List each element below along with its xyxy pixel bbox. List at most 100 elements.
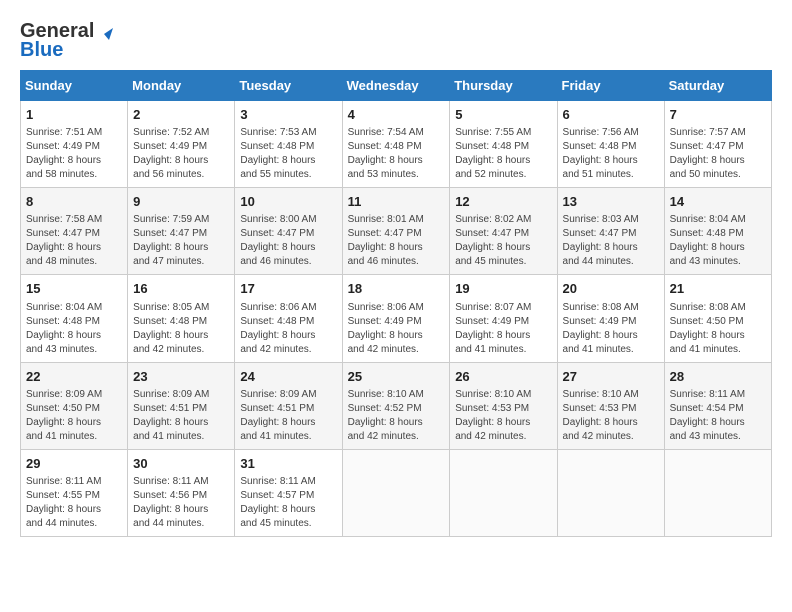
day-info: Sunrise: 8:05 AM Sunset: 4:48 PM Dayligh… xyxy=(133,301,229,357)
calendar-cell: 4 Sunrise: 7:54 AM Sunset: 4:48 PM Daylig… xyxy=(342,101,450,188)
calendar-cell: 16 Sunrise: 8:05 AM Sunset: 4:48 PM Dayli… xyxy=(128,275,235,362)
calendar-cell: 18Sunrise: 8:06 AM Sunset: 4:49 PM Dayli… xyxy=(342,275,450,362)
day-number: 19 xyxy=(455,280,551,298)
day-number: 17 xyxy=(240,280,336,298)
day-number: 7 xyxy=(670,106,766,124)
header-row: SundayMondayTuesdayWednesdayThursdayFrid… xyxy=(21,71,772,101)
calendar-cell: 1 Sunrise: 7:51 AM Sunset: 4:49 PM Daylig… xyxy=(21,101,128,188)
day-info: Sunrise: 8:09 AM Sunset: 4:50 PM Dayligh… xyxy=(26,388,122,444)
calendar-cell: 12 Sunrise: 8:02 AM Sunset: 4:47 PM Dayli… xyxy=(450,188,557,275)
header-day-monday: Monday xyxy=(128,71,235,101)
day-number: 15 xyxy=(26,280,122,298)
day-number: 3 xyxy=(240,106,336,124)
day-info: Sunrise: 7:52 AM Sunset: 4:49 PM Dayligh… xyxy=(133,126,229,182)
calendar-cell: 31 Sunrise: 8:11 AM Sunset: 4:57 PM Dayli… xyxy=(235,449,342,536)
calendar-cell: 26 Sunrise: 8:10 AM Sunset: 4:53 PM Dayli… xyxy=(450,362,557,449)
day-info: Sunrise: 8:04 AM Sunset: 4:48 PM Dayligh… xyxy=(670,213,766,269)
calendar-table: SundayMondayTuesdayWednesdayThursdayFrid… xyxy=(20,70,772,537)
day-info: Sunrise: 7:58 AM Sunset: 4:47 PM Dayligh… xyxy=(26,213,122,269)
day-number: 13 xyxy=(563,193,659,211)
day-number: 20 xyxy=(563,280,659,298)
day-number: 16 xyxy=(133,280,229,298)
day-info: Sunrise: 7:54 AM Sunset: 4:48 PM Dayligh… xyxy=(348,126,445,182)
calendar-header: SundayMondayTuesdayWednesdayThursdayFrid… xyxy=(21,71,772,101)
calendar-cell: 13 Sunrise: 8:03 AM Sunset: 4:47 PM Dayli… xyxy=(557,188,664,275)
day-info: Sunrise: 8:11 AM Sunset: 4:55 PM Dayligh… xyxy=(26,475,122,531)
calendar-week-1: 8 Sunrise: 7:58 AM Sunset: 4:47 PM Daylig… xyxy=(21,188,772,275)
day-info: Sunrise: 8:09 AM Sunset: 4:51 PM Dayligh… xyxy=(133,388,229,444)
calendar-cell: 6 Sunrise: 7:56 AM Sunset: 4:48 PM Daylig… xyxy=(557,101,664,188)
day-number: 25 xyxy=(348,368,445,386)
day-info: Sunrise: 7:56 AM Sunset: 4:48 PM Dayligh… xyxy=(563,126,659,182)
day-number: 27 xyxy=(563,368,659,386)
header-day-saturday: Saturday xyxy=(664,71,771,101)
calendar-cell: 8 Sunrise: 7:58 AM Sunset: 4:47 PM Daylig… xyxy=(21,188,128,275)
day-info: Sunrise: 8:09 AM Sunset: 4:51 PM Dayligh… xyxy=(240,388,336,444)
day-number: 26 xyxy=(455,368,551,386)
day-number: 4 xyxy=(348,106,445,124)
day-info: Sunrise: 8:08 AM Sunset: 4:50 PM Dayligh… xyxy=(670,301,766,357)
calendar-cell: 21Sunrise: 8:08 AM Sunset: 4:50 PM Dayli… xyxy=(664,275,771,362)
calendar-cell: 28 Sunrise: 8:11 AM Sunset: 4:54 PM Dayli… xyxy=(664,362,771,449)
calendar-cell: 3 Sunrise: 7:53 AM Sunset: 4:48 PM Daylig… xyxy=(235,101,342,188)
calendar-cell xyxy=(557,449,664,536)
day-info: Sunrise: 8:02 AM Sunset: 4:47 PM Dayligh… xyxy=(455,213,551,269)
day-number: 2 xyxy=(133,106,229,124)
day-number: 29 xyxy=(26,455,122,473)
day-info: Sunrise: 8:11 AM Sunset: 4:54 PM Dayligh… xyxy=(670,388,766,444)
day-info: Sunrise: 8:10 AM Sunset: 4:53 PM Dayligh… xyxy=(455,388,551,444)
calendar-cell: 17 Sunrise: 8:06 AM Sunset: 4:48 PM Dayli… xyxy=(235,275,342,362)
day-info: Sunrise: 7:57 AM Sunset: 4:47 PM Dayligh… xyxy=(670,126,766,182)
day-number: 8 xyxy=(26,193,122,211)
day-info: Sunrise: 7:55 AM Sunset: 4:48 PM Dayligh… xyxy=(455,126,551,182)
header-day-wednesday: Wednesday xyxy=(342,71,450,101)
calendar-cell: 15Sunrise: 8:04 AM Sunset: 4:48 PM Dayli… xyxy=(21,275,128,362)
day-number: 11 xyxy=(348,193,445,211)
calendar-cell xyxy=(450,449,557,536)
logo: General Blue xyxy=(20,20,114,62)
calendar-cell: 7 Sunrise: 7:57 AM Sunset: 4:47 PM Daylig… xyxy=(664,101,771,188)
day-info: Sunrise: 7:53 AM Sunset: 4:48 PM Dayligh… xyxy=(240,126,336,182)
day-info: Sunrise: 8:11 AM Sunset: 4:57 PM Dayligh… xyxy=(240,475,336,531)
calendar-week-2: 15Sunrise: 8:04 AM Sunset: 4:48 PM Dayli… xyxy=(21,275,772,362)
header-day-tuesday: Tuesday xyxy=(235,71,342,101)
calendar-cell: 29 Sunrise: 8:11 AM Sunset: 4:55 PM Dayli… xyxy=(21,449,128,536)
calendar-cell: 27 Sunrise: 8:10 AM Sunset: 4:53 PM Dayli… xyxy=(557,362,664,449)
day-number: 31 xyxy=(240,455,336,473)
day-number: 9 xyxy=(133,193,229,211)
calendar-cell: 11Sunrise: 8:01 AM Sunset: 4:47 PM Dayli… xyxy=(342,188,450,275)
day-info: Sunrise: 8:06 AM Sunset: 4:48 PM Dayligh… xyxy=(240,301,336,357)
day-number: 12 xyxy=(455,193,551,211)
day-number: 10 xyxy=(240,193,336,211)
day-number: 6 xyxy=(563,106,659,124)
day-info: Sunrise: 8:11 AM Sunset: 4:56 PM Dayligh… xyxy=(133,475,229,531)
header-day-thursday: Thursday xyxy=(450,71,557,101)
day-number: 14 xyxy=(670,193,766,211)
header-day-friday: Friday xyxy=(557,71,664,101)
day-number: 1 xyxy=(26,106,122,124)
calendar-week-3: 22Sunrise: 8:09 AM Sunset: 4:50 PM Dayli… xyxy=(21,362,772,449)
logo-blue: Blue xyxy=(20,39,63,62)
day-info: Sunrise: 7:51 AM Sunset: 4:49 PM Dayligh… xyxy=(26,126,122,182)
calendar-body: 1 Sunrise: 7:51 AM Sunset: 4:49 PM Daylig… xyxy=(21,101,772,537)
calendar-cell: 24 Sunrise: 8:09 AM Sunset: 4:51 PM Dayli… xyxy=(235,362,342,449)
day-number: 5 xyxy=(455,106,551,124)
day-info: Sunrise: 8:06 AM Sunset: 4:49 PM Dayligh… xyxy=(348,301,445,357)
day-number: 24 xyxy=(240,368,336,386)
calendar-week-0: 1 Sunrise: 7:51 AM Sunset: 4:49 PM Daylig… xyxy=(21,101,772,188)
calendar-week-4: 29 Sunrise: 8:11 AM Sunset: 4:55 PM Dayli… xyxy=(21,449,772,536)
calendar-cell: 5 Sunrise: 7:55 AM Sunset: 4:48 PM Daylig… xyxy=(450,101,557,188)
day-info: Sunrise: 7:59 AM Sunset: 4:47 PM Dayligh… xyxy=(133,213,229,269)
calendar-cell: 10 Sunrise: 8:00 AM Sunset: 4:47 PM Dayli… xyxy=(235,188,342,275)
calendar-cell: 23Sunrise: 8:09 AM Sunset: 4:51 PM Dayli… xyxy=(128,362,235,449)
day-info: Sunrise: 8:10 AM Sunset: 4:53 PM Dayligh… xyxy=(563,388,659,444)
calendar-cell: 30Sunrise: 8:11 AM Sunset: 4:56 PM Dayli… xyxy=(128,449,235,536)
day-number: 28 xyxy=(670,368,766,386)
calendar-cell: 2 Sunrise: 7:52 AM Sunset: 4:49 PM Daylig… xyxy=(128,101,235,188)
calendar-cell: 19Sunrise: 8:07 AM Sunset: 4:49 PM Dayli… xyxy=(450,275,557,362)
calendar-cell: 25Sunrise: 8:10 AM Sunset: 4:52 PM Dayli… xyxy=(342,362,450,449)
day-info: Sunrise: 8:03 AM Sunset: 4:47 PM Dayligh… xyxy=(563,213,659,269)
calendar-cell xyxy=(342,449,450,536)
calendar-cell: 14 Sunrise: 8:04 AM Sunset: 4:48 PM Dayli… xyxy=(664,188,771,275)
day-info: Sunrise: 8:00 AM Sunset: 4:47 PM Dayligh… xyxy=(240,213,336,269)
